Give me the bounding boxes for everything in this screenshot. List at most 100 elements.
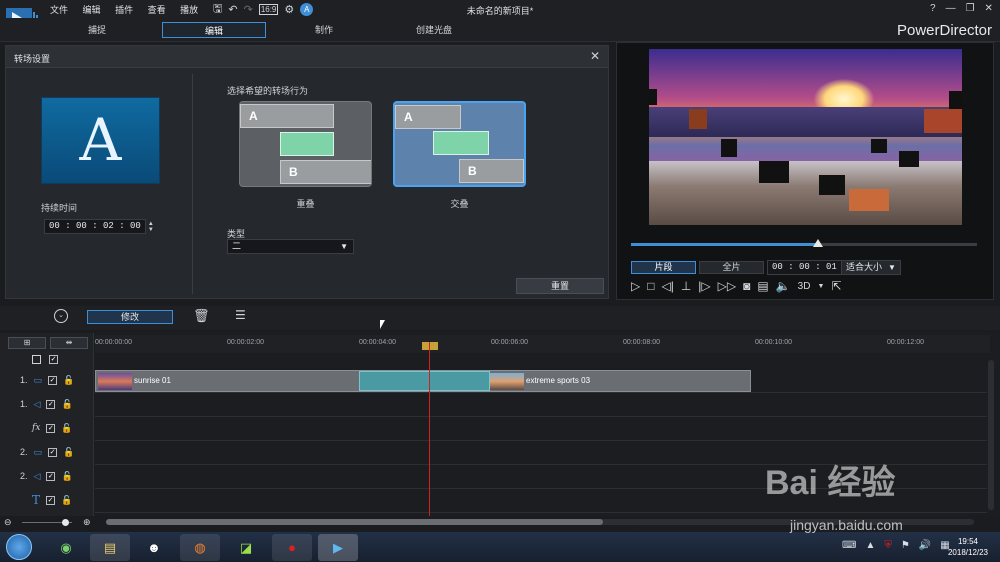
transition-tile — [759, 161, 789, 183]
lock-icon[interactable]: 🔓 — [61, 399, 72, 410]
timeline-ruler[interactable]: 00:00:00:00 00:00:02:00 00:00:04:00 00:0… — [95, 335, 990, 353]
playhead-handle[interactable] — [422, 342, 438, 350]
clock-date: 2018/12/23 — [947, 548, 989, 557]
track-select-all-icon[interactable] — [32, 355, 41, 364]
trash-icon[interactable]: 🗑 — [193, 308, 210, 324]
mode-3d-button[interactable]: 3D — [798, 281, 811, 292]
reset-button[interactable]: 重置 — [516, 278, 604, 294]
track-a-strip: A — [395, 105, 461, 129]
subtitle-icon[interactable]: ▤ — [757, 279, 768, 293]
close-button[interactable]: ✕ — [985, 3, 993, 14]
zoom-slider-knob[interactable] — [62, 519, 69, 526]
close-icon[interactable]: ✕ — [590, 49, 600, 63]
chevron-down-icon[interactable]: ▼ — [817, 283, 824, 290]
help-button[interactable]: ? — [930, 3, 936, 14]
movie-mode-button[interactable]: 全片 — [699, 261, 764, 274]
track-enable-checkbox[interactable]: ✓ — [46, 471, 56, 481]
firefox-icon[interactable]: ◍ — [180, 534, 220, 561]
track-enable-checkbox[interactable]: ✓ — [46, 399, 56, 409]
crossover-option[interactable]: A B — [393, 101, 526, 187]
settings-icon[interactable]: ⚙ — [284, 3, 294, 16]
track-b-strip: B — [459, 159, 524, 183]
zoom-out-icon[interactable]: ⊖ — [4, 517, 12, 528]
lock-icon[interactable]: 🔓 — [61, 495, 72, 506]
lock-icon[interactable]: 🔓 — [63, 447, 74, 458]
minimize-button[interactable]: — — [946, 3, 956, 14]
modify-button[interactable]: 修改 — [87, 310, 173, 324]
duration-spinner[interactable]: ▲ ▼ — [148, 221, 154, 233]
menu-view[interactable]: 查看 — [148, 3, 166, 16]
previous-frame-icon[interactable]: ◁| — [661, 279, 673, 293]
transition-marker[interactable] — [359, 371, 490, 391]
ruler-tick: 00:00:02:00 — [227, 339, 264, 346]
lock-icon[interactable]: 🔓 — [63, 375, 74, 386]
track-header-fx: fx ✓ 🔓 — [0, 417, 94, 439]
browser-360-icon[interactable]: ◉ — [46, 534, 86, 561]
taskbar-clock[interactable]: 19:54 2018/12/23 — [938, 536, 998, 558]
horizontal-scrollbar-thumb[interactable] — [106, 519, 603, 525]
tray-expand-icon[interactable]: ▲ — [865, 540, 875, 551]
lock-icon[interactable]: 🔓 — [61, 423, 72, 434]
flag-icon[interactable]: ⚑ — [901, 540, 910, 551]
zoom-in-icon[interactable]: ⊕ — [83, 517, 91, 528]
qq-icon[interactable]: ☻ — [134, 534, 174, 561]
preview-letter: A — [79, 106, 122, 174]
menu-play[interactable]: 播放 — [180, 3, 198, 16]
collapse-icon[interactable]: ⌄ — [54, 309, 68, 323]
fit-size-select[interactable]: 适合大小 ▼ — [841, 260, 901, 275]
stop-icon[interactable]: □ — [647, 279, 654, 293]
transition-preview-thumbnail: A — [41, 97, 160, 184]
speaker-icon[interactable]: 🔊 — [919, 540, 931, 551]
track-enable-checkbox[interactable]: ✓ — [46, 495, 56, 505]
menu-plugins[interactable]: 插件 — [115, 3, 133, 16]
chevron-down-icon: ▼ — [888, 263, 896, 272]
undock-icon[interactable]: ⇱ — [831, 279, 841, 293]
menu-edit[interactable]: 编辑 — [83, 3, 101, 16]
preview-scrubber-knob[interactable] — [813, 239, 823, 247]
type-select[interactable]: 二 ▼ — [227, 239, 354, 254]
tab-create-disc[interactable]: 创建光盘 — [382, 22, 486, 38]
restore-button[interactable]: ❐ — [966, 3, 975, 14]
next-frame-icon[interactable]: |▷ — [698, 279, 710, 293]
track-header-video-2: 2. ▭ ✓ 🔓 — [0, 441, 94, 463]
overlap-option[interactable]: A B — [239, 101, 372, 187]
timeline-clip[interactable]: sunrise 01 extreme sports 03 — [95, 370, 751, 392]
file-explorer-icon[interactable]: ▤ — [90, 534, 130, 561]
undo-icon[interactable]: ↶ — [228, 3, 237, 16]
play-icon[interactable]: ▷ — [631, 279, 640, 293]
keyboard-icon[interactable]: ⌨ — [842, 540, 856, 551]
menu-file[interactable]: 文件 — [50, 3, 68, 16]
account-icon[interactable]: A — [300, 2, 314, 16]
track-enable-checkbox[interactable]: ✓ — [46, 423, 56, 433]
clip-list-icon[interactable]: ☰ — [235, 308, 246, 322]
tab-edit[interactable]: 编辑 — [162, 22, 266, 38]
tab-capture[interactable]: 捕捉 — [45, 22, 149, 38]
vertical-scrollbar[interactable] — [988, 360, 994, 510]
powerdirector-taskbar-icon[interactable]: ▶ — [318, 534, 358, 561]
track-enable-checkbox[interactable]: ✓ — [48, 375, 58, 385]
security-icon[interactable]: ⛨ — [884, 540, 892, 551]
mark-in-icon[interactable]: ⊥ — [681, 279, 691, 293]
snapshot-icon[interactable]: ◙ — [743, 279, 750, 293]
save-icon[interactable]: 🖫 — [213, 0, 222, 19]
media-app-icon[interactable]: ◪ — [226, 534, 266, 561]
transition-settings-panel: 转场设置 ✕ A 持续时间 00 : 00 : 02 : 00 ▲ ▼ 选择希望… — [5, 45, 609, 299]
track-enable-checkbox[interactable]: ✓ — [48, 447, 58, 457]
lock-icon[interactable]: 🔓 — [61, 471, 72, 482]
volume-icon[interactable]: 🔈 — [776, 279, 791, 293]
spin-down-icon[interactable]: ▼ — [148, 227, 154, 233]
screen-recorder-icon[interactable]: ● — [272, 534, 312, 561]
aspect-ratio-icon[interactable]: 16:9 — [258, 3, 279, 15]
overlap-option-label: 重叠 — [296, 199, 315, 209]
beach-band — [649, 161, 962, 225]
track-view-icon[interactable]: ⊞ — [8, 337, 46, 349]
tab-produce[interactable]: 制作 — [272, 22, 376, 38]
track-header-video-1: 1. ▭ ✓ 🔓 — [0, 369, 94, 391]
redo-icon[interactable]: ↷ — [244, 3, 253, 16]
duration-input[interactable]: 00 : 00 : 02 : 00 — [44, 219, 146, 234]
start-button-icon[interactable] — [6, 534, 32, 560]
fit-timeline-icon[interactable]: ⇹ — [50, 337, 88, 349]
clip-mode-button[interactable]: 片段 — [631, 261, 696, 274]
enable-all-checkbox[interactable]: ✓ — [49, 355, 58, 364]
fast-forward-icon[interactable]: ▷▷ — [718, 279, 736, 293]
